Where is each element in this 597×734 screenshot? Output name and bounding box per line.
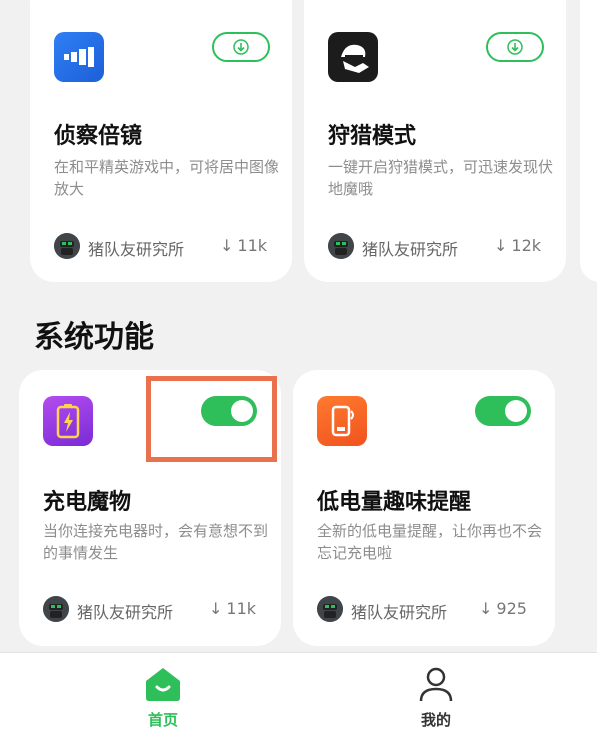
download-count: ↓ 925 bbox=[479, 599, 527, 618]
section-title: 系统功能 bbox=[34, 320, 154, 355]
card-description: 在和平精英游戏中，可将居中图像放大 bbox=[54, 158, 280, 198]
card-hunter[interactable]: 狩猎模式 一键开启狩猎模式，可迅速发现伏地魔哦 猪队友研究所 ↓ 12k bbox=[304, 0, 566, 282]
author-name: 猪队友研究所 bbox=[362, 240, 459, 259]
arrow-down-icon: ↓ bbox=[479, 599, 493, 618]
download-button[interactable] bbox=[486, 32, 544, 62]
card-title: 狩猎模式 bbox=[328, 124, 417, 149]
avatar bbox=[43, 596, 69, 622]
home-icon bbox=[146, 668, 180, 701]
toggle-knob bbox=[505, 400, 527, 422]
arrow-down-icon: ↓ bbox=[494, 236, 508, 255]
download-count: ↓ 11k bbox=[209, 599, 257, 618]
arrow-down-icon: ↓ bbox=[220, 236, 234, 255]
card-scope[interactable]: 侦察倍镜 在和平精英游戏中，可将居中图像放大 猪队友研究所 ↓ 11k bbox=[30, 0, 292, 282]
battery-charging-icon bbox=[43, 396, 93, 446]
card-title: 低电量趣味提醒 bbox=[317, 490, 472, 515]
download-button[interactable] bbox=[212, 32, 270, 62]
toggle-switch[interactable] bbox=[475, 396, 531, 426]
card-title: 侦察倍镜 bbox=[54, 124, 143, 149]
highlight-annotation bbox=[146, 376, 277, 462]
download-icon bbox=[507, 39, 523, 55]
scope-icon bbox=[54, 32, 104, 82]
download-count: ↓ 12k bbox=[494, 236, 542, 255]
tab-label: 我的 bbox=[420, 711, 451, 729]
bottom-tab-bar: 首页 我的 bbox=[0, 652, 597, 734]
low-battery-phone-icon bbox=[317, 396, 367, 446]
card-description: 当你连接充电器时，会有意想不到的事情发生 bbox=[43, 522, 269, 562]
tab-home[interactable]: 首页 bbox=[103, 653, 223, 734]
author-name: 猪队友研究所 bbox=[77, 603, 174, 622]
avatar bbox=[317, 596, 343, 622]
card-low-battery[interactable]: 低电量趣味提醒 全新的低电量提醒，让你再也不会忘记充电啦 猪队友研究所 ↓ 925 bbox=[293, 370, 555, 646]
tab-profile[interactable]: 我的 bbox=[376, 653, 496, 734]
profile-icon bbox=[419, 667, 453, 702]
avatar bbox=[54, 233, 80, 259]
download-icon bbox=[233, 39, 249, 55]
download-count: ↓ 11k bbox=[220, 236, 268, 255]
card-title: 充电魔物 bbox=[43, 490, 132, 515]
author-name: 猪队友研究所 bbox=[88, 240, 185, 259]
avatar bbox=[328, 233, 354, 259]
tab-label: 首页 bbox=[147, 711, 178, 729]
author-name: 猪队友研究所 bbox=[351, 603, 448, 622]
card-description: 一键开启狩猎模式，可迅速发现伏地魔哦 bbox=[328, 158, 554, 198]
card-description: 全新的低电量提醒，让你再也不会忘记充电啦 bbox=[317, 522, 543, 562]
hunter-icon bbox=[328, 32, 378, 82]
arrow-down-icon: ↓ bbox=[209, 599, 223, 618]
card-peek[interactable] bbox=[580, 0, 597, 282]
